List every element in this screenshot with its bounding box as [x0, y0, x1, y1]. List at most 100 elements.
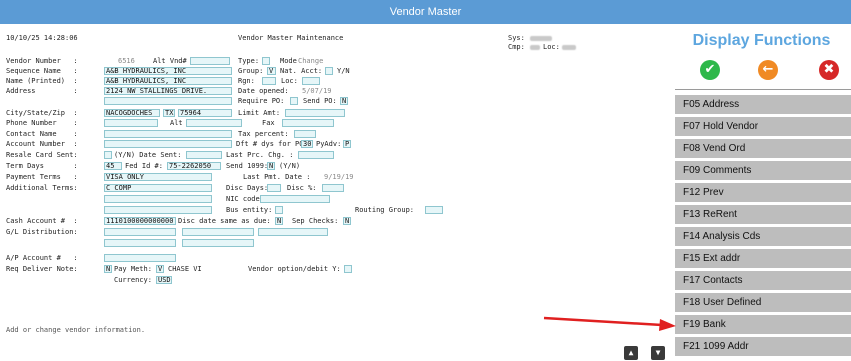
require-po-label: Require PO:	[238, 97, 285, 105]
nic-code-field[interactable]	[260, 195, 330, 203]
cancel-button[interactable]: ✖	[819, 60, 839, 80]
sidebar-divider	[675, 89, 851, 90]
f21-1099-addr-button[interactable]: F21 1099 Addr	[675, 337, 851, 356]
gl-dist-field-1[interactable]	[104, 228, 176, 236]
scroll-up-button[interactable]: ▲	[624, 346, 638, 360]
require-po-field[interactable]	[290, 97, 298, 105]
address-line1-field[interactable]: 2124 NW STALLINGS DRIVE.	[104, 87, 232, 95]
disc-days-field[interactable]	[267, 184, 281, 192]
cash-account-field[interactable]: 1110100000000000	[104, 217, 176, 225]
f12-prev-button[interactable]: F12 Prev	[675, 183, 851, 202]
cmp-value-redacted	[530, 45, 540, 50]
currency-label: Currency:	[114, 276, 152, 284]
pay-meth-label: Pay Meth:	[114, 265, 152, 273]
back-button[interactable]: ←	[758, 60, 778, 80]
bus-entity-field[interactable]	[275, 206, 283, 214]
disc-pct-field[interactable]	[322, 184, 344, 192]
annotation-arrow-head	[659, 319, 676, 331]
alt-phone-field[interactable]	[186, 119, 242, 127]
alt-vnd-label: Alt Vnd#	[153, 57, 187, 65]
f14-analysis-cds-button[interactable]: F14 Analysis Cds	[675, 227, 851, 246]
routing-group-field[interactable]	[425, 206, 443, 214]
alt-phone-label: Alt	[170, 119, 183, 127]
req-deliver-field[interactable]: N	[104, 265, 112, 273]
name-printed-field[interactable]: A&B HYDRAULICS, INC	[104, 77, 232, 85]
f15-ext-addr-button[interactable]: F15 Ext addr	[675, 249, 851, 268]
last-pmt-date-label: Last Pmt. Date :	[243, 173, 311, 181]
f05-address-button[interactable]: F05 Address	[675, 95, 851, 114]
additional-terms-field-2[interactable]	[104, 195, 212, 203]
fed-id-field[interactable]: 75-2262050	[167, 162, 221, 170]
account-number-field[interactable]	[104, 140, 232, 148]
additional-terms-field[interactable]: C COMP	[104, 184, 212, 192]
f09-comments-button[interactable]: F09 Comments	[675, 161, 851, 180]
vendor-number-label: Vendor Number :	[6, 57, 78, 65]
date-sent-field[interactable]	[186, 151, 222, 159]
tax-percent-field[interactable]	[294, 130, 316, 138]
resale-date-sent-label: (Y/N) Date Sent:	[114, 151, 182, 159]
pyadv-field[interactable]: P	[343, 140, 351, 148]
term-days-label: Term Days :	[6, 162, 78, 170]
send-1099-field[interactable]: N	[267, 162, 275, 170]
annotation-arrow	[543, 316, 676, 331]
alt-vnd-field[interactable]	[190, 57, 230, 65]
disc-same-due-field[interactable]: N	[275, 217, 283, 225]
group-field[interactable]: V	[267, 67, 276, 75]
arrow-down-icon: ▼	[655, 348, 661, 357]
type-field[interactable]	[262, 57, 270, 65]
resale-card-field[interactable]	[104, 151, 112, 159]
req-deliver-label: Req Deliver Note:	[6, 265, 78, 273]
gl-distribution-label: G/L Distribution:	[6, 228, 78, 236]
limit-amt-field[interactable]	[285, 109, 345, 117]
pay-meth-field[interactable]: V	[156, 265, 164, 273]
nat-acct-yn: Y/N	[337, 67, 350, 75]
loc-field[interactable]	[302, 77, 320, 85]
sep-checks-field[interactable]: N	[343, 217, 351, 225]
f07-hold-vendor-button[interactable]: F07 Hold Vendor	[675, 117, 851, 136]
address-line2-field[interactable]	[104, 97, 232, 105]
address-label: Address :	[6, 87, 78, 95]
scroll-down-button[interactable]: ▼	[651, 346, 665, 360]
vendor-option-field[interactable]	[344, 265, 352, 273]
gl-dist-field-3[interactable]	[258, 228, 328, 236]
f08-vend-ord-button[interactable]: F08 Vend Ord	[675, 139, 851, 158]
sequence-name-field[interactable]: A&B HYDRAULICS, INC	[104, 67, 232, 75]
gl-dist-field-4[interactable]	[104, 239, 176, 247]
payment-terms-label: Payment Terms :	[6, 173, 78, 181]
f19-bank-button[interactable]: F19 Bank	[675, 315, 851, 334]
city-field[interactable]: NACOGDOCHES	[104, 109, 160, 117]
pyadv-label: PyAdv:	[316, 140, 342, 148]
dft-days-field[interactable]: 30	[301, 140, 313, 148]
accept-button[interactable]: ✔	[700, 60, 720, 80]
sequence-name-label: Sequence Name :	[6, 67, 78, 75]
group-label: Group:	[238, 67, 264, 75]
window-title: Vendor Master	[389, 6, 462, 18]
f17-contacts-button[interactable]: F17 Contacts	[675, 271, 851, 290]
back-arrow-icon: ←	[762, 62, 774, 77]
fax-field[interactable]	[282, 119, 334, 127]
disc-pct-label: Disc %:	[287, 184, 317, 192]
f18-user-defined-button[interactable]: F18 User Defined	[675, 293, 851, 312]
ap-account-field[interactable]	[104, 254, 176, 262]
sys-label: Sys:	[508, 34, 525, 42]
last-prc-chg-field[interactable]	[298, 151, 334, 159]
payment-terms-field[interactable]: VISA ONLY	[104, 173, 212, 181]
display-functions-title: Display Functions	[692, 32, 831, 49]
contact-label: Contact Name :	[6, 130, 78, 138]
zip-field[interactable]: 75964	[178, 109, 232, 117]
last-prc-chg-label: Last Prc. Chg. :	[226, 151, 294, 159]
currency-field[interactable]: USD	[156, 276, 172, 284]
contact-field[interactable]	[104, 130, 232, 138]
gl-dist-field-2[interactable]	[182, 228, 254, 236]
additional-terms-field-3[interactable]	[104, 206, 212, 214]
term-days-field[interactable]: 45	[104, 162, 122, 170]
gl-dist-field-5[interactable]	[182, 239, 254, 247]
rgn-field[interactable]	[262, 77, 276, 85]
phone-field[interactable]	[104, 119, 158, 127]
send-po-field[interactable]: N	[340, 97, 348, 105]
resale-card-label: Resale Card Sent:	[6, 151, 78, 159]
f13-rerent-button[interactable]: F13 ReRent	[675, 205, 851, 224]
nat-acct-field[interactable]	[325, 67, 333, 75]
nic-code-label: NIC code:	[226, 195, 264, 203]
state-field[interactable]: TX	[163, 109, 175, 117]
